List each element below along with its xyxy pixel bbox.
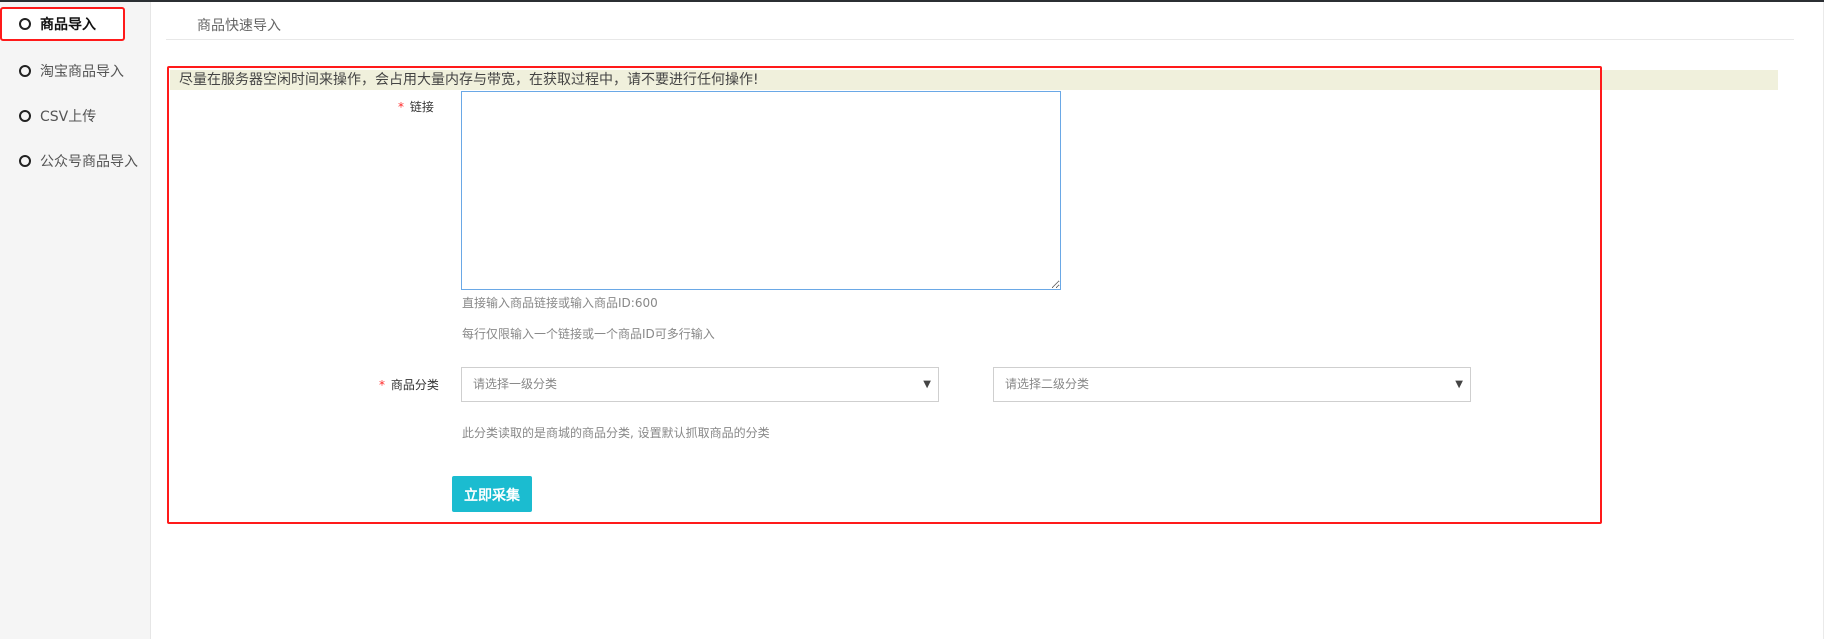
sidebar-item-wechat-import[interactable]: 公众号商品导入	[0, 144, 150, 178]
radio-circle-icon	[19, 65, 31, 77]
link-label-text: 链接	[409, 100, 434, 114]
sidebar-item-label: 公众号商品导入	[40, 154, 138, 170]
required-mark: *	[379, 378, 385, 392]
sidebar-item-product-import[interactable]: 商品导入	[0, 7, 125, 41]
category-help-text: 此分类读取的是商城的商品分类, 设置默认抓取商品的分类	[462, 426, 770, 440]
secondary-category-select[interactable]: 请选择二级分类 ▼	[993, 367, 1471, 402]
primary-category-value: 请选择一级分类	[473, 377, 558, 391]
category-label-text: 商品分类	[390, 378, 439, 392]
link-help-text-2: 每行仅限输入一个链接或一个商品ID可多行输入	[462, 327, 715, 341]
link-textarea[interactable]	[461, 91, 1061, 290]
top-bar-line	[0, 0, 1824, 2]
secondary-category-value: 请选择二级分类	[1005, 377, 1090, 391]
sidebar: 商品导入 淘宝商品导入 CSV上传 公众号商品导入	[0, 2, 151, 639]
primary-category-select[interactable]: 请选择一级分类 ▼	[461, 367, 939, 402]
link-label: * 链接	[398, 98, 434, 115]
tab-divider	[166, 39, 1794, 40]
link-help-text-1: 直接输入商品链接或输入商品ID:600	[462, 296, 658, 310]
tab-quick-import[interactable]: 商品快速导入	[197, 15, 281, 35]
caret-down-icon: ▼	[1455, 379, 1463, 390]
collect-now-button[interactable]: 立即采集	[452, 476, 532, 512]
category-label: * 商品分类	[379, 376, 439, 393]
sidebar-item-csv-upload[interactable]: CSV上传	[0, 99, 150, 133]
radio-circle-icon	[19, 155, 31, 167]
sidebar-item-taobao-import[interactable]: 淘宝商品导入	[0, 54, 150, 88]
radio-circle-icon	[19, 18, 31, 30]
sidebar-item-label: 商品导入	[40, 17, 96, 33]
sidebar-item-label: CSV上传	[40, 109, 97, 125]
radio-circle-icon	[19, 110, 31, 122]
caret-down-icon: ▼	[923, 379, 931, 390]
sidebar-item-label: 淘宝商品导入	[40, 64, 124, 80]
required-mark: *	[398, 100, 404, 114]
